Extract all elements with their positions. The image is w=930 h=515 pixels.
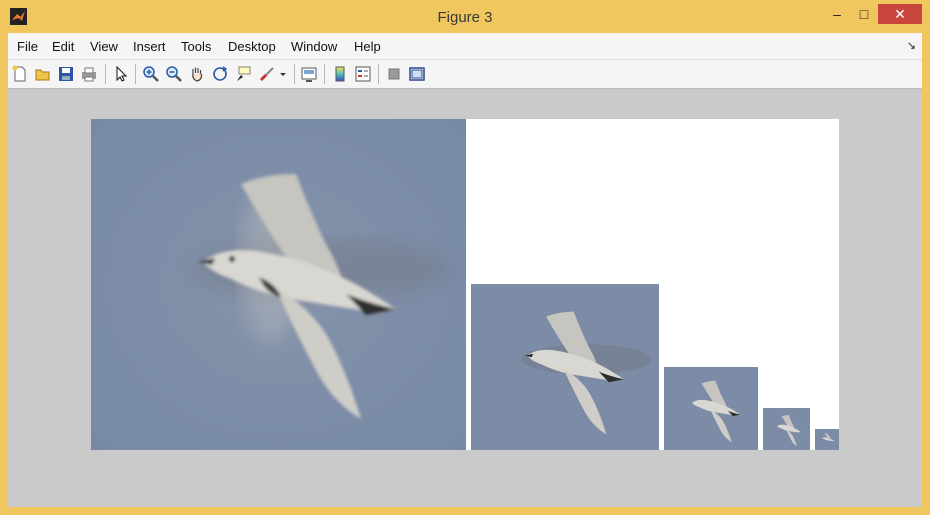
pyramid-level-5 (815, 429, 839, 450)
menu-edit[interactable]: Edit (52, 39, 74, 54)
gull-image (471, 284, 659, 450)
zoom-out-icon[interactable] (165, 65, 183, 83)
link-plot-icon[interactable] (300, 65, 318, 83)
gull-image (815, 429, 839, 450)
open-file-icon[interactable] (34, 65, 52, 83)
window-bottom-border (0, 507, 930, 515)
figure-client-area: File Edit View Insert Tools Desktop Wind… (8, 33, 922, 507)
image-axes[interactable] (91, 119, 839, 450)
toolbar-separator (294, 64, 295, 84)
insert-legend-icon[interactable] (354, 65, 372, 83)
menu-bar: File Edit View Insert Tools Desktop Wind… (8, 33, 922, 60)
zoom-in-icon[interactable] (142, 65, 160, 83)
pyramid-level-1 (91, 119, 466, 450)
maximize-button[interactable]: □ (853, 4, 875, 24)
figure-window: Figure 3 – □ ✕ File Edit View Insert Too… (0, 0, 930, 515)
menu-help[interactable]: Help (354, 39, 381, 54)
pyramid-level-4 (763, 408, 810, 450)
hide-plot-tools-icon[interactable] (385, 65, 403, 83)
menu-file[interactable]: File (17, 39, 38, 54)
brush-dropdown-icon[interactable] (278, 65, 288, 83)
edit-plot-arrow-icon[interactable] (112, 65, 130, 83)
menu-desktop[interactable]: Desktop (228, 39, 276, 54)
gull-image (91, 119, 466, 450)
minimize-button[interactable]: – (826, 4, 848, 24)
gull-image (763, 408, 810, 450)
toolbar-separator (135, 64, 136, 84)
insert-colorbar-icon[interactable] (331, 65, 349, 83)
save-icon[interactable] (57, 65, 75, 83)
toolbar-separator (105, 64, 106, 84)
pyramid-level-2 (471, 284, 659, 450)
pan-hand-icon[interactable] (188, 65, 206, 83)
gull-image (664, 367, 758, 450)
new-figure-icon[interactable] (11, 65, 29, 83)
menu-insert[interactable]: Insert (133, 39, 166, 54)
toolbar-separator (324, 64, 325, 84)
menu-window[interactable]: Window (291, 39, 337, 54)
figure-canvas (8, 89, 922, 507)
show-plot-tools-icon[interactable] (408, 65, 426, 83)
brush-icon[interactable] (258, 65, 276, 83)
print-icon[interactable] (80, 65, 98, 83)
menu-view[interactable]: View (90, 39, 118, 54)
data-cursor-icon[interactable] (234, 65, 252, 83)
close-button[interactable]: ✕ (878, 4, 922, 24)
menubar-overflow-icon[interactable]: ↘ (907, 39, 916, 52)
title-bar[interactable]: Figure 3 – □ ✕ (0, 0, 930, 33)
window-title: Figure 3 (437, 9, 493, 26)
menu-tools[interactable]: Tools (181, 39, 211, 54)
rotate-3d-icon[interactable] (211, 65, 229, 83)
pyramid-level-3 (664, 367, 758, 450)
toolbar-separator (378, 64, 379, 84)
figure-toolbar (8, 60, 922, 89)
